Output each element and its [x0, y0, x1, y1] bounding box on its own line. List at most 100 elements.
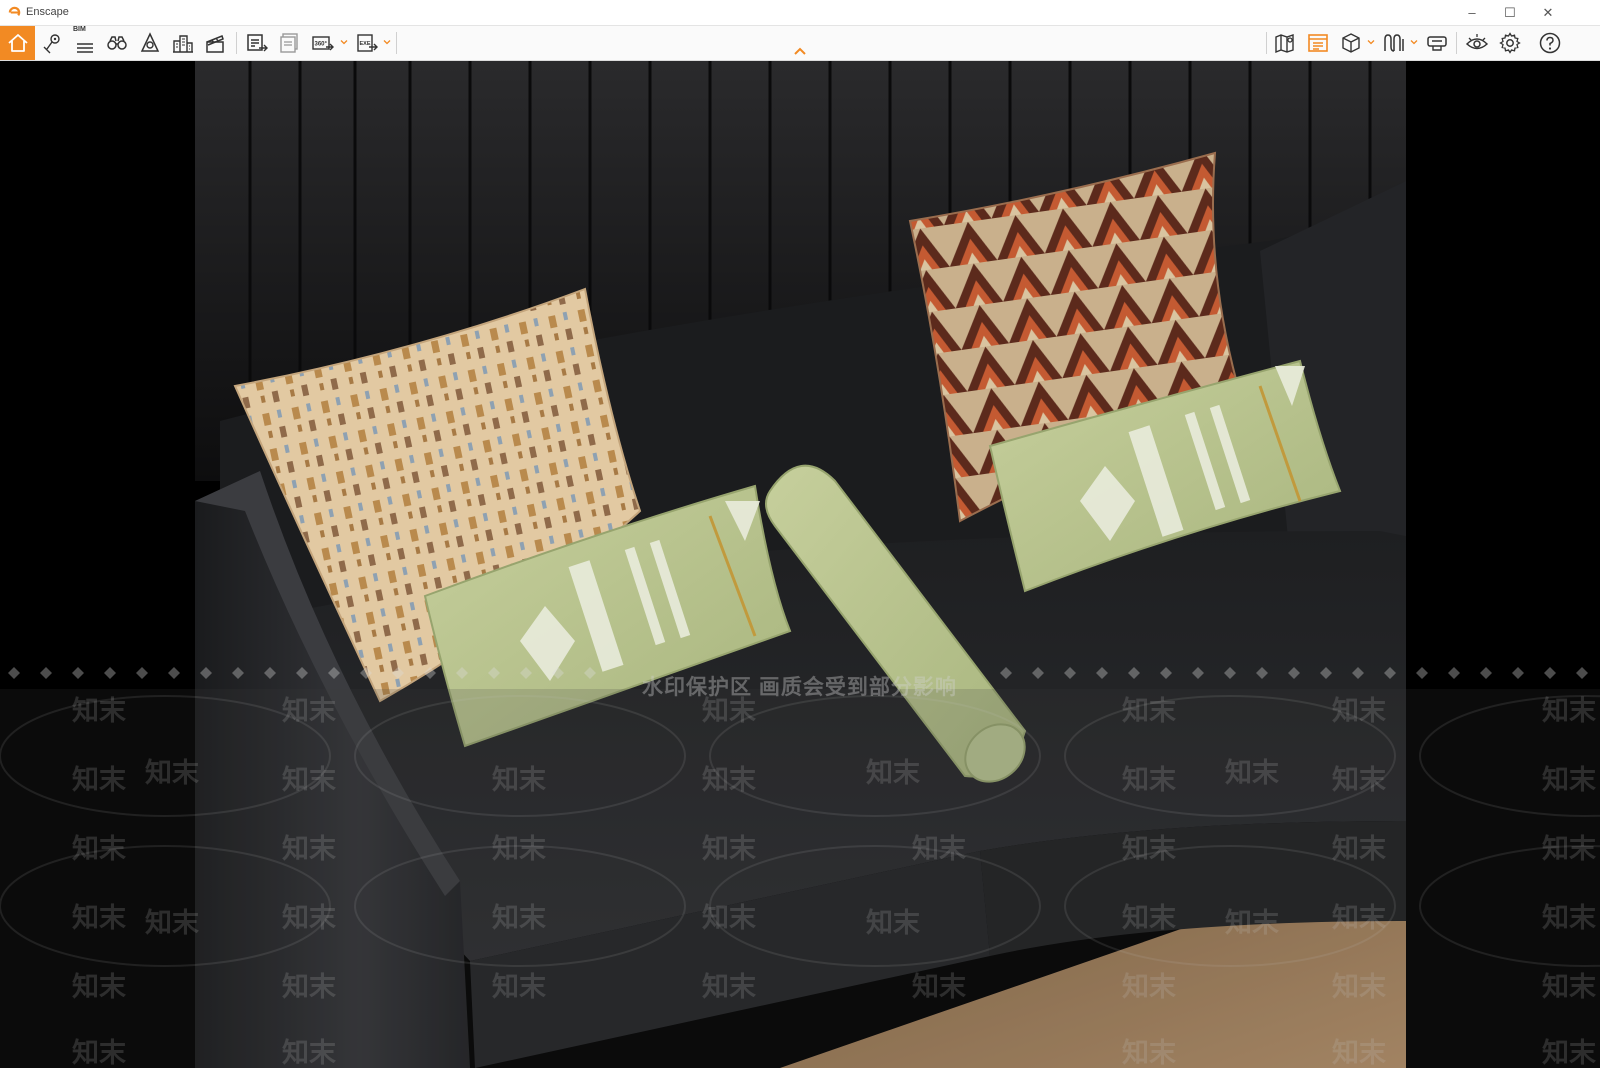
panorama-button[interactable]: 360° — [308, 28, 338, 58]
watermark-brand: 知末 — [282, 972, 336, 1002]
watermark-brand: 知末 — [1542, 1038, 1596, 1068]
cube-view-button[interactable] — [1336, 28, 1366, 58]
settings-gear-icon — [1499, 32, 1521, 54]
watermark-brand: 知末 — [1542, 903, 1596, 933]
help-button[interactable] — [1535, 28, 1565, 58]
watermark-brand: 知末 — [72, 765, 126, 795]
watermark-brand: 知末 — [1122, 972, 1176, 1002]
screenshot-button[interactable] — [242, 28, 272, 58]
watermark-brand: 知末 — [72, 903, 126, 933]
toolbar-separator — [236, 32, 237, 54]
visual-settings-icon — [1465, 34, 1489, 50]
watermark-brand: 知末 — [72, 696, 126, 726]
watermark-brand: 知末 — [1332, 903, 1386, 933]
watermark-brand: 知末 — [1332, 765, 1386, 795]
close-button[interactable]: ✕ — [1529, 0, 1567, 25]
location-pin-icon — [43, 34, 60, 54]
minimize-button[interactable]: – — [1453, 0, 1491, 25]
watermark-brand: 知末 — [1542, 765, 1596, 795]
watermark-brand: 知末 — [1225, 758, 1279, 788]
watermark-brand: 知末 — [1122, 765, 1176, 795]
watermark-brand: 知末 — [282, 1038, 336, 1068]
watermark-brand: 知末 — [1332, 834, 1386, 864]
watermark-brand: 知末 — [912, 834, 966, 864]
light-view-button[interactable] — [135, 28, 165, 58]
watermark-brand: 知末 — [282, 834, 336, 864]
asset-library-icon — [1308, 34, 1328, 52]
video-editor-button[interactable] — [200, 28, 230, 58]
watermark-brand: 知末 — [1122, 834, 1176, 864]
cube-view-icon — [1342, 33, 1360, 53]
vr-headset-button[interactable] — [1422, 28, 1452, 58]
window-title: Enscape — [26, 6, 69, 18]
home-button[interactable] — [0, 26, 35, 60]
help-icon — [1539, 32, 1561, 54]
exe-export-button[interactable]: EXE — [352, 28, 382, 58]
map-button[interactable] — [1270, 28, 1300, 58]
watermark-brand: 知末 — [1542, 972, 1596, 1002]
enscape-logo-icon — [8, 6, 21, 16]
chevron-down-icon[interactable] — [383, 38, 391, 46]
buildings-button[interactable] — [168, 28, 198, 58]
watermark-brand: 知末 — [1122, 1038, 1176, 1068]
binoculars-icon — [107, 36, 127, 50]
watermark-brand: 知末 — [912, 972, 966, 1002]
visual-settings-button[interactable] — [1462, 28, 1492, 58]
location-button[interactable] — [38, 28, 68, 58]
screenshot-export-icon — [247, 34, 268, 52]
buildings-icon — [173, 35, 193, 53]
material-editor-button[interactable] — [1379, 28, 1409, 58]
chevron-down-icon[interactable] — [1367, 38, 1375, 46]
bim-label: BIM — [73, 26, 86, 33]
maximize-button[interactable]: ☐ — [1491, 0, 1529, 25]
watermark-brand: 知末 — [1122, 903, 1176, 933]
watermark-brand: 知末 — [492, 834, 546, 864]
svg-text:360°: 360° — [315, 42, 328, 48]
watermark-brand: 知末 — [492, 765, 546, 795]
map-icon — [1275, 34, 1294, 54]
svg-text:EXE: EXE — [360, 41, 371, 47]
watermark-brand: 知末 — [1332, 972, 1386, 1002]
watermark-brand: 知末 — [702, 765, 756, 795]
watermark-brand: 知末 — [145, 758, 199, 788]
batch-render-button[interactable] — [275, 28, 305, 58]
watermark-brand: 知末 — [282, 903, 336, 933]
render-viewport[interactable]: 水印保护区 画质会受到部分影响 知末 知末 知末 知末 知末 知末 知末 知末 … — [0, 61, 1600, 1068]
home-icon — [7, 34, 28, 52]
watermark-brand: 知末 — [1542, 834, 1596, 864]
watermark-brand: 知末 — [1332, 696, 1386, 726]
watermark-brand: 知末 — [866, 908, 920, 938]
material-editor-icon — [1384, 34, 1404, 52]
watermark-brand: 知末 — [282, 696, 336, 726]
bim-button[interactable]: BIM — [70, 26, 100, 58]
asset-library-button[interactable] — [1303, 28, 1333, 58]
vr-headset-icon — [1427, 36, 1447, 51]
batch-export-icon — [280, 33, 298, 53]
toolbar-separator — [1266, 32, 1267, 54]
watermark-brand: 知末 — [1542, 696, 1596, 726]
watermark-brand: 知末 — [702, 834, 756, 864]
watermark-brand: 知末 — [702, 696, 756, 726]
bim-icon — [77, 43, 93, 53]
title-bar: Enscape – ☐ ✕ — [0, 0, 1600, 26]
panorama-icon: 360° — [312, 36, 334, 51]
watermark-brand: 知末 — [145, 908, 199, 938]
watermark-brand: 知末 — [1332, 1038, 1386, 1068]
collapse-toolbar-icon[interactable] — [792, 46, 808, 56]
toolbar-separator — [396, 32, 397, 54]
watermark-brand: 知末 — [702, 903, 756, 933]
watermark-brand: 知末 — [72, 1038, 126, 1068]
chevron-down-icon[interactable] — [1410, 38, 1418, 46]
watermark-brand: 知末 — [1122, 696, 1176, 726]
settings-button[interactable] — [1495, 28, 1525, 58]
clapperboard-icon — [206, 35, 224, 53]
watermark-brand: 知末 — [1225, 908, 1279, 938]
exe-export-icon: EXE — [357, 34, 378, 52]
chevron-down-icon[interactable] — [340, 38, 348, 46]
watermark-brand: 知末 — [866, 758, 920, 788]
watermark-brand: 知末 — [282, 765, 336, 795]
toolbar-separator — [1456, 32, 1457, 54]
views-button[interactable] — [102, 28, 132, 58]
watermark-brand: 知末 — [72, 834, 126, 864]
watermark-brand: 知末 — [702, 972, 756, 1002]
